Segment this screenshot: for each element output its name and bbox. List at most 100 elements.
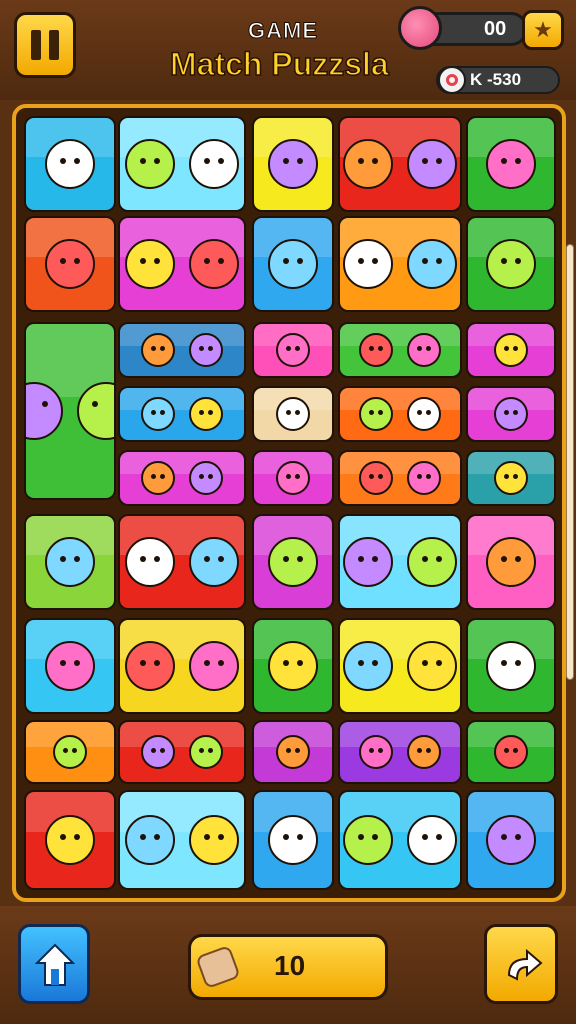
tile[interactable] [118,216,246,312]
sun-face-icon [486,537,536,587]
bottle-blue-monster-icon [343,139,457,189]
tile[interactable] [118,514,246,610]
tile[interactable] [466,618,556,714]
tile[interactable] [118,618,246,714]
star-icon [343,815,457,865]
arrow-right-icon [507,948,543,981]
calendar-heart-icon [359,735,441,769]
pause-button[interactable] [14,12,76,78]
tile[interactable] [338,618,462,714]
tile[interactable] [252,450,334,506]
bottle-rocket-icon [343,537,457,587]
tile[interactable] [118,790,246,890]
lightning-icon [276,333,310,367]
tile[interactable] [338,450,462,506]
king-face-icon [45,815,95,865]
tile[interactable] [338,216,462,312]
home-icon [35,943,75,986]
car-icon [494,397,528,431]
tv-icon [494,735,528,769]
tile[interactable] [252,790,334,890]
tile[interactable] [466,322,556,378]
tile[interactable] [338,386,462,442]
paintbrush-icon [268,815,318,865]
tile[interactable] [466,386,556,442]
pretzel-icon [486,815,536,865]
girl-face-icon [486,139,536,189]
game-label: GAME [248,18,318,44]
bear-face-icon [45,139,95,189]
tile[interactable] [466,116,556,212]
tile[interactable] [252,720,334,784]
tile[interactable] [252,514,334,610]
tile[interactable] [338,322,462,378]
tile[interactable] [24,116,116,212]
robot-tomato-icon [359,461,441,495]
potted-plant-icon [45,239,95,289]
tile[interactable] [118,322,246,378]
star-icon: ★ [533,17,553,42]
gnome-faces-icon [125,537,239,587]
tile[interactable] [338,116,462,212]
tile[interactable] [118,720,246,784]
bird-cloud-icon [141,397,223,431]
fruit-faces-icon [359,333,441,367]
game-title: Match Puzzsla [169,45,389,83]
apple-icon [141,461,223,495]
scrollbar[interactable] [566,244,574,680]
tile[interactable] [24,514,116,610]
level-value: K -530 [470,70,522,89]
cup-icon [276,735,310,769]
tile[interactable] [252,116,334,212]
tile[interactable] [338,720,462,784]
heart-icon [53,735,87,769]
tile[interactable] [118,450,246,506]
star-blob-icon [141,333,223,367]
pink-bell-icon [268,139,318,189]
candy-icon [398,6,442,50]
tile[interactable] [252,216,334,312]
tile[interactable] [466,790,556,890]
tile[interactable] [24,790,116,890]
tile[interactable] [24,618,116,714]
game-board [12,104,566,902]
crayon-icon [268,239,318,289]
tile[interactable] [24,720,116,784]
house-balloon-icon [125,815,239,865]
green-shape-icon [45,537,95,587]
tile[interactable] [338,790,462,890]
tree-cat-icon [26,382,114,440]
potato-icon [494,461,528,495]
heart-dog-icon [343,641,457,691]
lemon-face-icon [276,397,310,431]
next-button[interactable] [484,924,558,1004]
bunny-bottle-icon [125,641,239,691]
pen-icon [494,333,528,367]
tile[interactable] [118,386,246,442]
shirt-icon [268,641,318,691]
target-icon [438,66,466,94]
party-face-cupcake-icon [125,139,239,189]
tile[interactable] [338,514,462,610]
tile[interactable] [252,386,334,442]
home-button[interactable] [18,924,90,1004]
score-value: 00 [484,18,507,40]
moves-value: 10 [274,950,306,981]
mushroom-icon [486,641,536,691]
tile[interactable] [466,514,556,610]
tile[interactable] [252,618,334,714]
tile[interactable] [252,322,334,378]
heart-leaf-icon [359,397,441,431]
balloon-tree-icon [343,239,457,289]
cheese-icon [276,461,310,495]
pumpkin-icon [486,239,536,289]
yellow-heart-icon [45,641,95,691]
tile[interactable] [24,322,116,500]
pause-icon [31,30,41,60]
tile[interactable] [466,216,556,312]
star-button[interactable]: ★ [522,10,564,50]
tile[interactable] [24,216,116,312]
tile[interactable] [118,116,246,212]
tile[interactable] [466,450,556,506]
tile[interactable] [466,720,556,784]
